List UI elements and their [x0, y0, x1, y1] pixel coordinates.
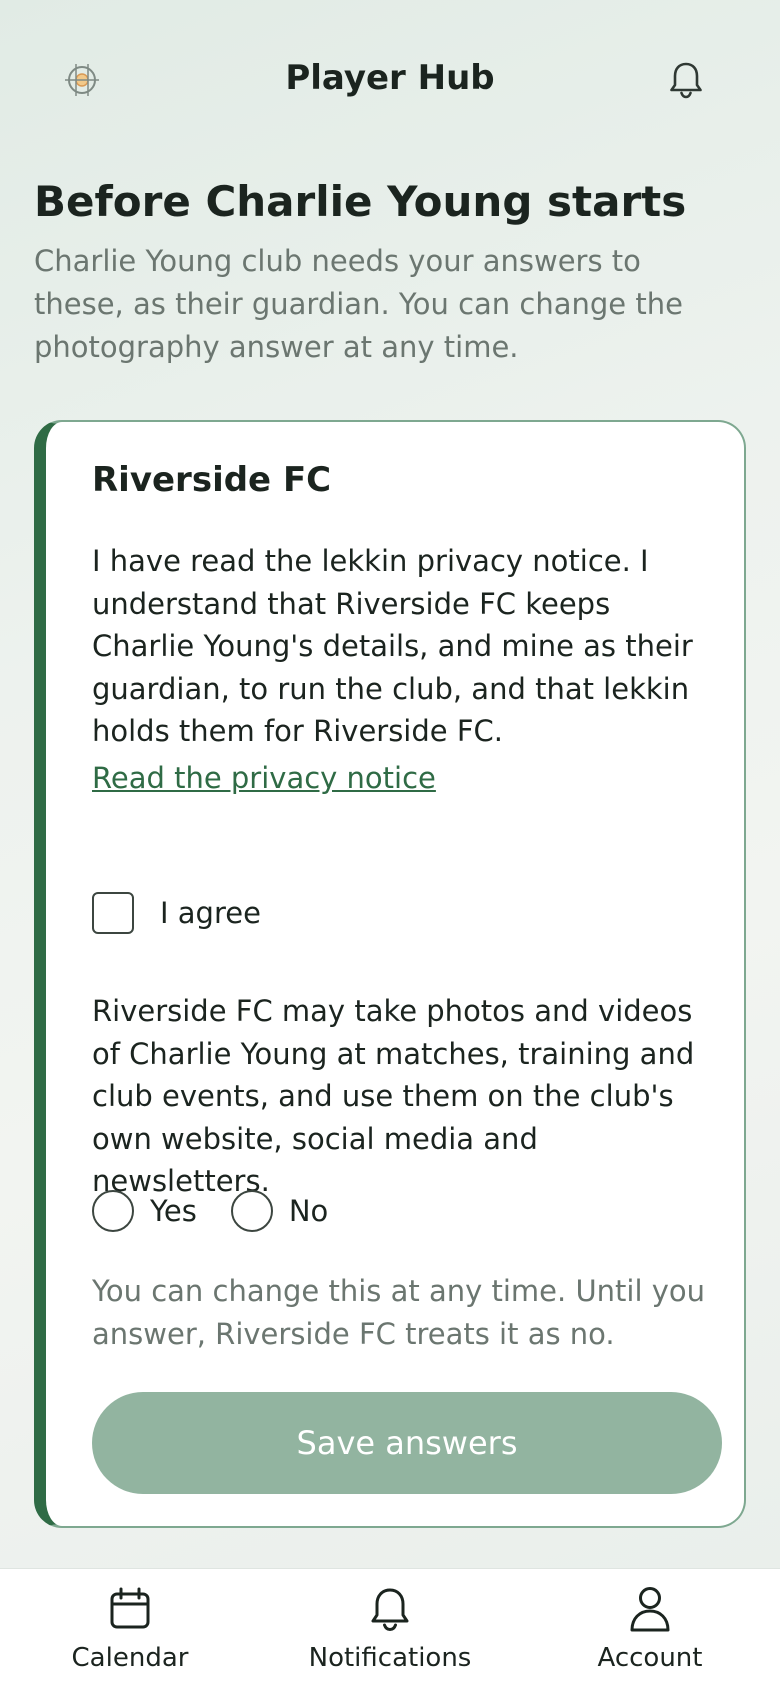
radio-label-no: No: [288, 1194, 329, 1228]
bottom-nav: Calendar Notifications Account: [0, 1568, 780, 1688]
radio-label-yes: Yes: [150, 1194, 197, 1228]
photo-consent-question: Riverside FC may take photos and videos …: [92, 994, 695, 1198]
agree-label: I agree: [160, 896, 261, 930]
radio-no[interactable]: [230, 1190, 273, 1232]
nav-label-calendar: Calendar: [71, 1643, 189, 1673]
nav-item-calendar[interactable]: Calendar: [30, 1585, 230, 1685]
page-subtitle: Charlie Young club needs your answers to…: [34, 244, 683, 364]
consent-card: Riverside FC I have read the lekkin priv…: [34, 420, 746, 1528]
privacy-notice-link[interactable]: Read the privacy notice: [92, 757, 436, 799]
nav-label-notifications: Notifications: [308, 1643, 472, 1673]
radio-option-no[interactable]: No: [230, 1190, 329, 1232]
person-icon: [626, 1585, 674, 1633]
nav-item-notifications[interactable]: Notifications: [290, 1585, 490, 1685]
agree-checkbox[interactable]: [92, 892, 134, 934]
agree-checkbox-row[interactable]: I agree: [92, 890, 261, 936]
photo-consent-radio-group: Yes No: [92, 1188, 328, 1234]
club-name: Riverside FC: [92, 460, 332, 500]
photo-consent-note: You can change this at any time. Until y…: [92, 1274, 706, 1351]
nav-item-account[interactable]: Account: [550, 1585, 750, 1685]
bell-icon: [366, 1585, 414, 1633]
nav-label-account: Account: [597, 1643, 703, 1673]
privacy-statement: I have read the lekkin privacy notice. I…: [92, 544, 693, 748]
notifications-bell-icon[interactable]: [665, 58, 707, 102]
save-answers-button[interactable]: Save answers: [92, 1392, 722, 1494]
radio-option-yes[interactable]: Yes: [92, 1190, 197, 1232]
app-header: Player Hub: [0, 0, 780, 165]
app-title: Player Hub: [285, 58, 495, 98]
radio-yes[interactable]: [92, 1190, 134, 1232]
page-title: Before Charlie Young starts: [34, 177, 687, 226]
calendar-icon: [106, 1585, 154, 1633]
